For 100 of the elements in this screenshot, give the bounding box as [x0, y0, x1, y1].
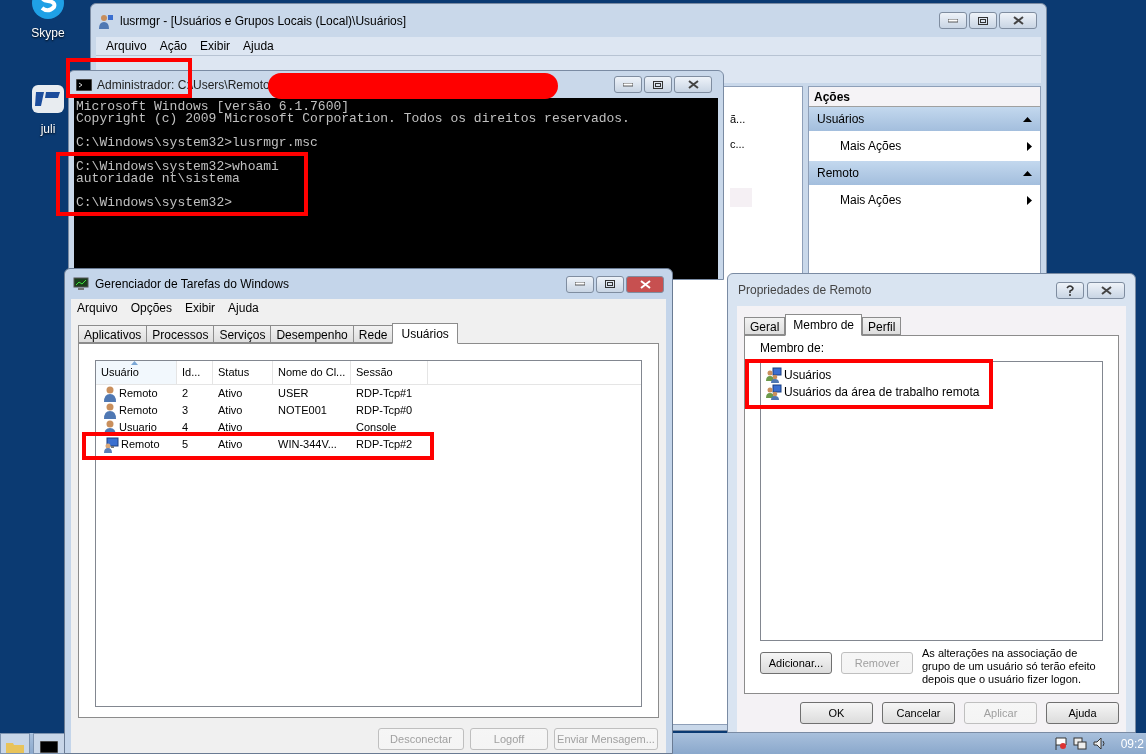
help-icon: [1066, 284, 1074, 296]
console-line: Copyright (c) 2009 Microsoft Corporation. Todos os direitos reservados.: [76, 113, 631, 125]
menu-item[interactable]: Ação: [159, 37, 188, 55]
table-cell-text: 3: [182, 403, 189, 419]
close-icon: [639, 279, 651, 289]
sort-icon: [131, 361, 138, 365]
tab[interactable]: Membro de: [785, 314, 863, 336]
minimize-icon: [948, 18, 958, 23]
monitor-icon: [73, 277, 89, 291]
table-cell-text: Ativo: [218, 437, 243, 453]
speaker-icon: [1092, 737, 1107, 750]
console-line: C:\Windows\system32>: [76, 197, 234, 209]
collapse-icon: [1023, 170, 1032, 176]
table-cell-text: USER: [278, 386, 309, 402]
close-button[interactable]: [1087, 281, 1125, 299]
menu-item[interactable]: Arquivo: [77, 299, 118, 317]
console-line: Microsoft Windows [versão 6.1.7600]: [76, 101, 350, 113]
close-icon: [1100, 285, 1112, 295]
taskbar-button[interactable]: [33, 733, 65, 754]
table-cell-text: WIN-344V...: [278, 437, 337, 453]
tab[interactable]: Geral: [744, 317, 786, 335]
column-header[interactable]: Usuário: [96, 361, 177, 384]
table-cell-text: NOTE001: [278, 403, 327, 419]
table-cell-text: Usuario: [119, 420, 157, 436]
group-icon: [766, 383, 782, 400]
console-icon: [76, 78, 92, 91]
tab[interactable]: Serviços: [213, 325, 272, 343]
clock: 09:2: [1120, 735, 1144, 753]
tab[interactable]: Perfil: [862, 317, 902, 335]
submenu-arrow-icon: [1027, 195, 1032, 205]
list-cell-text: c...: [730, 136, 746, 152]
table-cell-text: Remoto: [119, 403, 158, 419]
menu-item[interactable]: Exibir: [200, 37, 231, 55]
dialog-button[interactable]: Ajuda: [1046, 702, 1119, 724]
table-cell-text: Console: [356, 420, 397, 436]
close-icon: [687, 80, 699, 89]
close-button[interactable]: [674, 76, 712, 93]
tab[interactable]: Desempenho: [270, 325, 354, 343]
folder-icon: [6, 741, 24, 753]
console-line: C:\Windows\system32>lusrmgr.msc: [76, 137, 319, 149]
menu-item[interactable]: Ajuda: [228, 299, 259, 317]
console-line: C:\Windows\system32>whoami: [76, 161, 280, 173]
menu-item[interactable]: Ajuda: [243, 37, 274, 55]
column-header[interactable]: Status: [213, 361, 273, 384]
menu-item[interactable]: Arquivo: [106, 37, 147, 55]
table-cell-text: RDP-Tcp#0: [356, 403, 413, 419]
close-button[interactable]: [626, 275, 664, 293]
table-cell-text: RDP-Tcp#1: [356, 386, 413, 402]
field-label: Membro de:: [760, 342, 825, 355]
table-cell-text: 2: [182, 386, 189, 402]
tab[interactable]: Usuários: [392, 323, 458, 344]
note-text: As alterações na associação de grupo de um usuário só terão efeito depois que o usuário fizer logon.: [922, 647, 1097, 686]
list-cell-text: ã...: [730, 112, 746, 127]
table-cell-text: Ativo: [218, 386, 243, 402]
menu-item[interactable]: Exibir: [185, 299, 216, 317]
network-icon: [1072, 737, 1087, 750]
max-button[interactable]: [644, 76, 672, 93]
menu-item[interactable]: Opções: [130, 299, 173, 317]
app-icon[interactable]: [31, 82, 65, 116]
list-item[interactable]: Usuários da área de trabalho remota: [766, 383, 1102, 400]
maximize-icon: [605, 280, 615, 288]
close-button[interactable]: [999, 12, 1037, 29]
dialog-button[interactable]: OK: [800, 702, 873, 724]
window-title: Propriedades de Remoto: [738, 282, 872, 299]
tab[interactable]: Aplicativos: [78, 325, 148, 343]
computer-user-icon: [103, 436, 119, 453]
action-item[interactable]: Mais Ações: [809, 185, 1040, 215]
icon-label: juli: [40, 121, 56, 138]
dialog-button[interactable]: Cancelar: [882, 702, 955, 724]
list-item[interactable]: Usuários: [766, 366, 1102, 383]
pane-title: Ações: [809, 87, 1040, 107]
maximize-icon: [978, 16, 988, 25]
action-group-header[interactable]: Remoto: [809, 161, 1040, 185]
submenu-arrow-icon: [1027, 141, 1032, 151]
action-group-header[interactable]: Usuários: [809, 107, 1040, 131]
action-item[interactable]: Mais Ações: [809, 131, 1040, 161]
console-line: autoridade nt\sistema: [76, 173, 240, 185]
column-header[interactable]: Id...: [177, 361, 213, 384]
column-header[interactable]: Nome do Cl...: [273, 361, 351, 384]
tab[interactable]: Processos: [146, 325, 215, 343]
minimize-icon: [575, 282, 585, 286]
dialog-button[interactable]: Adicionar...: [760, 652, 832, 674]
close-icon: [1012, 16, 1024, 25]
users-icon: [98, 12, 114, 29]
console-icon: [40, 741, 58, 753]
group-icon: [766, 366, 782, 383]
help-button[interactable]: [1056, 281, 1084, 299]
table-cell-text: 4: [182, 420, 189, 436]
column-header[interactable]: Sessão: [351, 361, 428, 384]
max-button[interactable]: [596, 275, 624, 293]
table-cell-text: RDP-Tcp#2: [356, 437, 413, 453]
window-title: lusrmgr - [Usuários e Grupos Locais (Local)\Usuários]: [120, 12, 407, 30]
table-cell-text: Ativo: [218, 403, 243, 419]
icon-label: Skype: [31, 25, 65, 42]
max-button[interactable]: [969, 12, 997, 29]
tab[interactable]: Rede: [352, 325, 394, 343]
user-icon: [103, 385, 117, 402]
table-cell-text: Remoto: [119, 386, 158, 402]
collapse-icon: [1023, 116, 1032, 122]
maximize-icon: [653, 80, 663, 89]
